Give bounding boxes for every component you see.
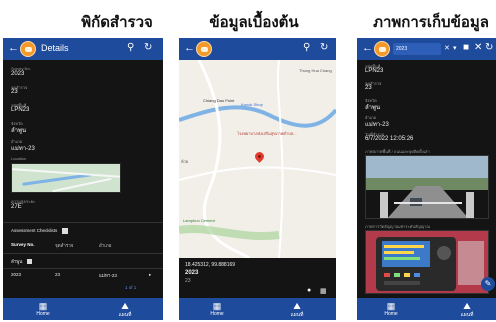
nav-home[interactable]: ▦ Home: [23, 301, 63, 317]
field-value: แม่ทา-23: [11, 146, 35, 152]
app-logo: [196, 41, 212, 57]
map-label: Kanok Shop: [241, 102, 263, 107]
back-arrow-icon[interactable]: ←: [8, 42, 19, 54]
table-header-district[interactable]: อำเภอ: [99, 242, 111, 249]
survey-no: 2023: [185, 270, 199, 276]
table-header-point[interactable]: จุดสำรวจ: [55, 242, 73, 249]
app-bar: ← 2023 ✕ ▾ ■ ✕ ↻: [357, 38, 496, 60]
nav-home[interactable]: ▦ Home: [371, 301, 411, 317]
field-value: 23: [365, 85, 372, 91]
photo-content: [366, 231, 488, 293]
point-no: 23: [185, 278, 191, 284]
app-logo: [374, 41, 390, 57]
signal-meter-photo[interactable]: [365, 230, 489, 294]
table-group-label: ลำพูน: [11, 258, 32, 265]
nav-home[interactable]: ▦ Home: [197, 301, 237, 317]
map-label: ห้วย: [181, 159, 189, 164]
map-label: โรงพยาบาลส่งเสริมสุขภาพตำบล...: [237, 131, 297, 136]
caption-survey-location: พิกัดสำรวจ: [81, 13, 153, 31]
delete-icon[interactable]: ■: [463, 42, 469, 53]
back-arrow-icon[interactable]: ←: [184, 42, 195, 54]
table-header-survey-no[interactable]: Survey No.: [11, 242, 35, 247]
search-icon[interactable]: ⚲: [127, 42, 134, 53]
field-value: LPN23: [365, 68, 384, 74]
app-bar: ← Details ⚲ ↻: [3, 38, 163, 60]
field-value: ลำพูน: [11, 128, 27, 134]
screen-title: Details: [41, 43, 69, 53]
field-value: 6/7/2022 12:05:26: [365, 136, 414, 142]
photo-content: [366, 156, 488, 218]
field-value: LPN23: [11, 107, 30, 113]
app-bar: ← ⚲ ↻: [179, 38, 336, 60]
coordinates: 18.425312, 99.888169: [185, 262, 236, 268]
map-view[interactable]: Thung Hua Chang โรงพยาบาลส่งเสริมสุขภาพต…: [179, 60, 336, 258]
table-cell: 2023: [11, 272, 22, 277]
pagination[interactable]: 1 of 1: [125, 285, 136, 290]
edit-fab-button[interactable]: ✎: [481, 277, 495, 291]
table-header: Survey No. จุดสำรวจ อำเภอ: [3, 242, 163, 252]
table-cell: แม่ทา-23: [99, 273, 117, 278]
field-value: แม่ทา-23: [365, 122, 389, 128]
photo-label: ภาพการวัดสัญญาณ/ค่าระดับสัญญาณ: [365, 224, 431, 229]
site-road-photo[interactable]: [365, 155, 489, 219]
car-icon[interactable]: ▦: [320, 287, 327, 295]
table-cell: 23: [55, 272, 61, 277]
bottom-nav: ▦ Home ⛰ แผนที่: [179, 298, 336, 320]
bottom-nav: ▦ Home ⛰ แผนที่: [3, 298, 163, 320]
close-icon[interactable]: ✕: [474, 42, 482, 53]
dropdown-icon[interactable]: ▾: [453, 44, 457, 52]
refresh-icon[interactable]: ↻: [144, 42, 152, 53]
location-mini-map[interactable]: [11, 163, 121, 193]
section-title: Assessment Checklists: [11, 228, 68, 234]
search-input[interactable]: 2023: [393, 43, 441, 55]
back-arrow-icon[interactable]: ←: [362, 42, 373, 54]
nav-map[interactable]: ⛰ แผนที่: [277, 301, 317, 319]
caption-basic-info: ข้อมูลเบื้องต้น: [209, 13, 299, 31]
add-icon[interactable]: [61, 228, 68, 234]
field-value: 23: [11, 89, 18, 95]
field-value: 2023: [11, 71, 25, 77]
nav-map[interactable]: ⛰ แผนที่: [105, 301, 145, 319]
refresh-icon[interactable]: ↻: [320, 42, 328, 53]
chevron-right-icon[interactable]: ▸: [149, 272, 151, 278]
phone-photos-screen: ← 2023 ✕ ▾ ■ ✕ ↻ รหัสพื้นที่ LPN23 จุดสำ…: [357, 38, 496, 320]
app-logo: [20, 41, 36, 57]
phone-details-screen: ← Details ⚲ ↻ Survey No. 2023 จุดสำรวจ 2…: [3, 38, 163, 320]
bottom-nav: ▦ Home ⛰ แผนที่: [357, 298, 496, 320]
place-icon[interactable]: ●: [307, 287, 311, 294]
search-icon[interactable]: ⚲: [303, 42, 310, 53]
map-icon: ⛰: [463, 301, 471, 311]
field-value: ลำพูน: [365, 105, 381, 111]
map-icon: ⛰: [293, 301, 301, 311]
nav-map[interactable]: ⛰ แผนที่: [447, 301, 487, 319]
map-label: Thung Hua Chang: [299, 68, 332, 73]
phone-map-screen: ← ⚲ ↻ Thung Hua Chang โรงพยาบาลส่งเสริมส…: [179, 38, 336, 320]
table-row[interactable]: 2023 23 แม่ทา-23 ▸: [3, 272, 163, 282]
map-label: Lamphun Cement: [183, 218, 215, 223]
home-icon: ▦: [38, 301, 48, 311]
clear-icon[interactable]: ✕: [444, 44, 450, 52]
field-label: Location: [11, 156, 27, 161]
map-label: Chiang Dao Point: [203, 98, 235, 103]
field-value: 27E: [11, 204, 22, 210]
photo-label: ภาพสภาพพื้นที่ / ถนนและจุดติดตั้งเสา: [365, 149, 430, 154]
home-icon: ▦: [386, 301, 396, 311]
home-icon: ▦: [212, 301, 222, 311]
caption-data-photos: ภาพการเก็บข้อมูล: [373, 13, 489, 31]
map-icon: ⛰: [121, 301, 129, 311]
refresh-icon[interactable]: ↻: [485, 42, 493, 53]
